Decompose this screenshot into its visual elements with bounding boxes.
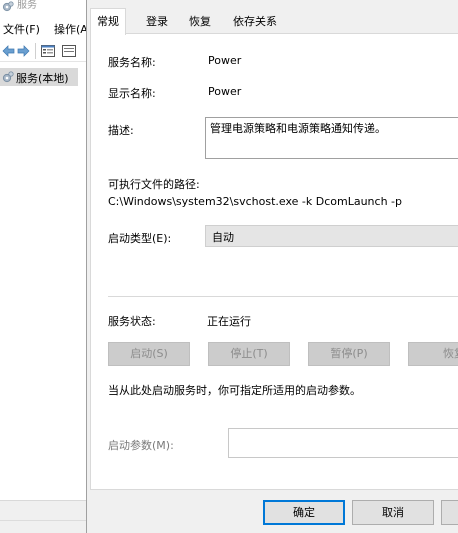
description-textbox[interactable]: 管理电源策略和电源策略通知传递。 — [205, 117, 458, 159]
properties-icon[interactable] — [61, 43, 77, 59]
services-console-window: 服务 文件(F) 操作(A 服务(本地) — [0, 0, 92, 533]
console-tree-icon[interactable] — [40, 43, 56, 59]
console-horizontal-scrollbar[interactable] — [0, 500, 92, 520]
apply-button[interactable] — [441, 500, 458, 525]
start-params-label: 启动参数(M): — [108, 439, 174, 452]
exe-path-label: 可执行文件的路径: — [108, 178, 200, 191]
menu-file[interactable]: 文件(F) — [3, 21, 40, 37]
back-arrow-icon[interactable] — [1, 43, 15, 59]
menu-action[interactable]: 操作(A — [54, 21, 88, 37]
cancel-button[interactable]: 取消 — [352, 500, 434, 525]
service-properties-dialog: 常规 登录 恢复 依存关系 服务名称: Power 显示名称: Power 描述… — [86, 0, 458, 533]
tree-item-services-local[interactable]: 服务(本地) — [0, 68, 78, 86]
services-gear-icon — [2, 1, 14, 12]
description-text: 管理电源策略和电源策略通知传递。 — [210, 122, 386, 135]
screen: 服务 文件(F) 操作(A 服务(本地) 常规 登录 恢复 依存关系 服务名称:… — [0, 0, 458, 533]
exe-path-value: C:\Windows\system32\svchost.exe -k DcomL… — [108, 195, 402, 208]
service-name-label: 服务名称: — [108, 56, 156, 69]
console-title: 服务 — [17, 0, 37, 11]
display-name-value: Power — [208, 85, 242, 98]
stop-button[interactable]: 停止(T) — [208, 342, 290, 366]
tab-recovery[interactable]: 恢复 — [183, 12, 217, 34]
startup-type-value: 自动 — [212, 231, 234, 244]
pause-button[interactable]: 暂停(P) — [308, 342, 390, 366]
services-gear-icon — [2, 71, 14, 83]
console-status-bar — [0, 520, 92, 533]
start-button[interactable]: 启动(S) — [108, 342, 190, 366]
general-tab-panel: 服务名称: Power 显示名称: Power 描述: 管理电源策略和电源策略通… — [90, 33, 458, 490]
ok-button[interactable]: 确定 — [263, 500, 345, 525]
start-params-input[interactable] — [228, 428, 458, 458]
startup-type-select[interactable]: 自动 — [205, 225, 458, 247]
tree-item-label: 服务(本地) — [16, 72, 69, 85]
tab-strip: 常规 登录 恢复 依存关系 — [87, 8, 458, 35]
resume-button[interactable]: 恢复 — [408, 342, 458, 366]
toolbar-separator — [35, 43, 36, 59]
start-params-hint: 当从此处启动服务时，你可指定所适用的启动参数。 — [108, 384, 361, 397]
forward-arrow-icon[interactable] — [17, 43, 31, 59]
console-toolbar — [0, 40, 92, 62]
console-menu-bar: 文件(F) 操作(A — [0, 18, 92, 38]
tab-logon[interactable]: 登录 — [140, 12, 174, 34]
description-label: 描述: — [108, 124, 134, 137]
service-status-label: 服务状态: — [108, 315, 156, 328]
tab-dependencies[interactable]: 依存关系 — [227, 12, 283, 34]
tab-general[interactable]: 常规 — [90, 8, 126, 35]
startup-type-label: 启动类型(E): — [108, 232, 172, 245]
console-title-bar: 服务 — [0, 0, 92, 14]
display-name-label: 显示名称: — [108, 87, 156, 100]
service-name-value: Power — [208, 54, 242, 67]
section-divider — [108, 296, 458, 297]
service-status-value: 正在运行 — [207, 315, 251, 328]
